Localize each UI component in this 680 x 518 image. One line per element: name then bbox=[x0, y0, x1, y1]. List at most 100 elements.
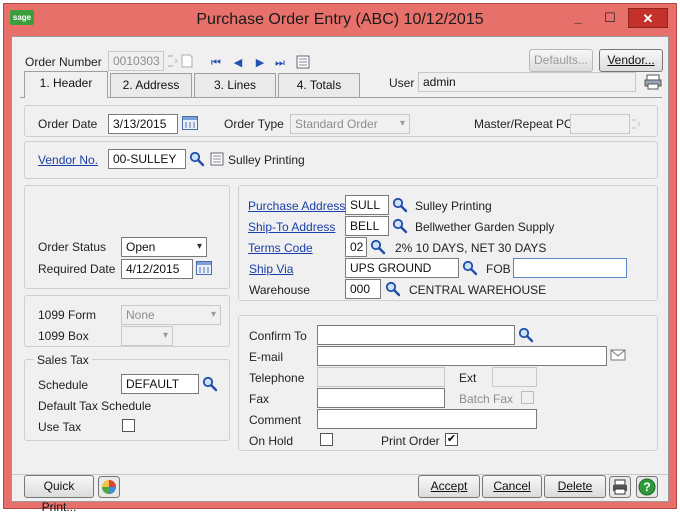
purchase-address-link[interactable]: Purchase Address bbox=[248, 199, 345, 213]
order-date-label: Order Date bbox=[38, 117, 98, 131]
delete-button[interactable]: Delete bbox=[544, 475, 606, 498]
warehouse-label: Warehouse bbox=[249, 283, 310, 297]
printer-settings-icon[interactable] bbox=[644, 74, 662, 90]
confirm-to-field[interactable] bbox=[317, 325, 515, 345]
fob-label: FOB bbox=[486, 262, 511, 276]
email-field[interactable] bbox=[317, 346, 607, 366]
terms-code-link[interactable]: Terms Code bbox=[248, 241, 313, 255]
vendor-no-link[interactable]: Vendor No. bbox=[38, 153, 98, 167]
vendor-button[interactable]: Vendor... bbox=[599, 49, 663, 72]
order-number-field[interactable]: 0010303 bbox=[108, 51, 164, 71]
tax-schedule-field[interactable]: DEFAULT bbox=[121, 374, 199, 394]
comment-label: Comment bbox=[249, 413, 302, 427]
cancel-button[interactable]: Cancel bbox=[482, 475, 542, 498]
app-window: sage Purchase Order Entry (ABC) 10/12/20… bbox=[3, 3, 677, 514]
ext-label: Ext bbox=[459, 371, 477, 385]
vendor-button-label: Vendor... bbox=[607, 53, 655, 67]
order-date-field[interactable]: 3/13/2015 bbox=[108, 114, 178, 134]
memo-icon[interactable] bbox=[296, 55, 310, 69]
help-icon[interactable]: ? bbox=[636, 476, 658, 498]
order-number-label: Order Number bbox=[25, 55, 102, 69]
tab-divider bbox=[20, 97, 662, 98]
batch-fax-label: Batch Fax bbox=[459, 392, 514, 406]
vendor-search-icon[interactable] bbox=[189, 151, 205, 167]
ship-to-address-field[interactable]: BELL bbox=[345, 216, 389, 236]
warehouse-field[interactable]: 000 bbox=[345, 279, 381, 299]
first-record-icon[interactable]: ⏮ bbox=[210, 56, 222, 70]
box-1099-select[interactable]: ▾ bbox=[121, 326, 173, 346]
ship-via-search-icon[interactable] bbox=[462, 260, 478, 276]
print-icon[interactable] bbox=[609, 476, 631, 498]
required-date-field[interactable]: 4/12/2015 bbox=[121, 259, 193, 279]
close-button[interactable]: ✕ bbox=[628, 8, 668, 28]
order-status-select[interactable]: Open ▾ bbox=[121, 237, 207, 257]
chevron-down-icon: ▾ bbox=[399, 118, 405, 129]
tab-totals[interactable]: 4. Totals bbox=[278, 73, 360, 97]
print-order-checkbox[interactable]: ✔ bbox=[445, 433, 458, 446]
accept-button[interactable]: Accept bbox=[418, 475, 480, 498]
last-record-icon[interactable]: ⏭ bbox=[274, 56, 286, 70]
title-bar: sage Purchase Order Entry (ABC) 10/12/20… bbox=[4, 4, 676, 34]
master-repeat-label: Master/Repeat PO bbox=[474, 117, 574, 131]
on-hold-checkbox[interactable] bbox=[320, 433, 333, 446]
vendor-name: Sulley Printing bbox=[228, 153, 305, 167]
next-number-icon[interactable] bbox=[166, 53, 178, 69]
fax-field[interactable] bbox=[317, 388, 445, 408]
tab-address[interactable]: 2. Address bbox=[110, 73, 192, 97]
delete-button-label: Delete bbox=[557, 479, 593, 493]
client-area: Order Number 0010303 ⏮ ◀ ▶ ⏭ Defaults...… bbox=[11, 36, 669, 514]
vendor-memo-icon[interactable] bbox=[210, 152, 224, 166]
ext-field[interactable] bbox=[492, 367, 537, 387]
batch-fax-checkbox[interactable] bbox=[521, 391, 534, 404]
terms-code-search-icon[interactable] bbox=[370, 239, 386, 255]
form-1099-select[interactable]: None ▾ bbox=[121, 305, 221, 325]
minimize-button[interactable]: _ bbox=[564, 8, 592, 28]
purchase-address-field[interactable]: SULL bbox=[345, 195, 389, 215]
telephone-label: Telephone bbox=[249, 371, 305, 385]
use-tax-checkbox[interactable] bbox=[122, 419, 135, 432]
box-1099-label: 1099 Box bbox=[38, 329, 89, 343]
sales-tax-group-label: Sales Tax bbox=[34, 353, 92, 367]
svg-text:?: ? bbox=[643, 480, 650, 494]
color-palette-icon[interactable] bbox=[98, 476, 120, 498]
terms-description: 2% 10 DAYS, NET 30 DAYS bbox=[395, 241, 547, 255]
next-record-icon[interactable]: ▶ bbox=[254, 56, 266, 70]
tax-schedule-search-icon[interactable] bbox=[202, 376, 218, 392]
purchase-address-name: Sulley Printing bbox=[415, 199, 492, 213]
defaults-button[interactable]: Defaults... bbox=[529, 49, 593, 72]
ship-via-link[interactable]: Ship Via bbox=[249, 262, 293, 276]
previous-record-icon[interactable]: ◀ bbox=[232, 56, 244, 70]
ship-to-search-icon[interactable] bbox=[392, 218, 408, 234]
email-icon[interactable] bbox=[610, 349, 626, 362]
confirm-to-label: Confirm To bbox=[249, 329, 307, 343]
confirm-to-search-icon[interactable] bbox=[518, 327, 534, 343]
order-type-select[interactable]: Standard Order ▾ bbox=[290, 114, 410, 134]
chevron-down-icon: ▾ bbox=[210, 309, 216, 320]
cancel-button-label: Cancel bbox=[493, 479, 531, 493]
order-type-value: Standard Order bbox=[295, 117, 378, 131]
tax-schedule-label: Schedule bbox=[38, 378, 89, 392]
tab-lines[interactable]: 3. Lines bbox=[194, 73, 276, 97]
comment-field[interactable] bbox=[317, 409, 537, 429]
vendor-no-field[interactable]: 00-SULLEY bbox=[108, 149, 186, 169]
order-date-calendar-icon[interactable] bbox=[182, 116, 198, 130]
fob-field[interactable] bbox=[513, 258, 627, 278]
ship-to-address-link[interactable]: Ship-To Address bbox=[248, 220, 335, 234]
ship-to-name: Bellwether Garden Supply bbox=[415, 220, 555, 234]
terms-code-field[interactable]: 02 bbox=[345, 237, 367, 257]
order-type-label: Order Type bbox=[224, 117, 284, 131]
telephone-field[interactable] bbox=[317, 367, 445, 387]
master-repeat-lookup-icon[interactable] bbox=[630, 117, 642, 131]
fax-label: Fax bbox=[249, 392, 270, 406]
required-date-calendar-icon[interactable] bbox=[196, 261, 212, 275]
order-status-label: Order Status bbox=[38, 240, 107, 254]
user-field: admin bbox=[418, 72, 636, 92]
purchase-address-search-icon[interactable] bbox=[392, 197, 408, 213]
ship-via-field[interactable]: UPS GROUND bbox=[345, 258, 459, 278]
copy-from-icon[interactable] bbox=[180, 53, 194, 69]
warehouse-search-icon[interactable] bbox=[385, 281, 401, 297]
quick-print-button[interactable]: Quick Print... bbox=[24, 475, 94, 514]
master-repeat-field[interactable] bbox=[570, 114, 630, 134]
maximize-button[interactable]: ☐ bbox=[596, 8, 624, 28]
tab-header[interactable]: 1. Header bbox=[24, 71, 108, 98]
